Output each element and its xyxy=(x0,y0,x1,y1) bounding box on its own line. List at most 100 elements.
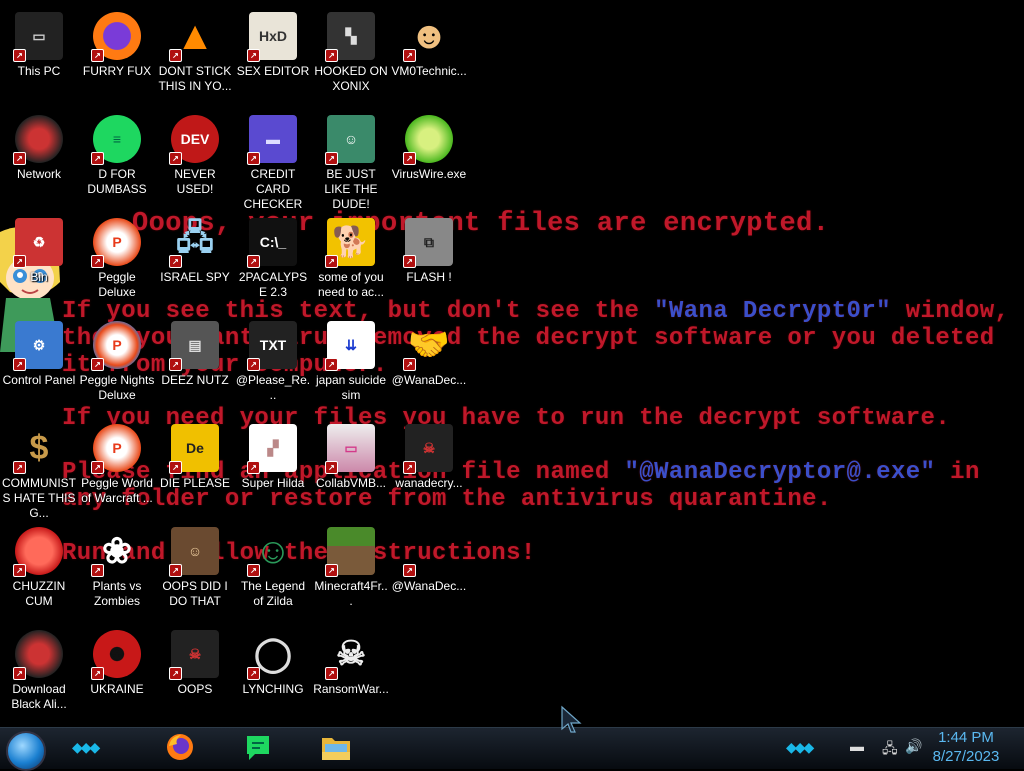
show-hidden-icons-icon[interactable]: ▬ xyxy=(850,738,864,754)
desktop-icon-label: VM0Technic... xyxy=(391,64,467,78)
desktop-icon[interactable]: C:\_ ↗ 2PACALYPSE 2.3 xyxy=(234,212,312,312)
taskbar-firefox-button[interactable] xyxy=(163,732,197,766)
desktop-icon[interactable]: ▬ ↗ CREDIT CARD CHECKER xyxy=(234,109,312,211)
desktop-icon-label: This PC xyxy=(17,64,61,78)
shortcut-arrow-icon: ↗ xyxy=(13,358,26,371)
start-button[interactable] xyxy=(6,731,46,771)
network-tray-icon[interactable]: 🖧 xyxy=(882,738,898,762)
desktop-icon[interactable]: ▞ ↗ Super Hilda xyxy=(234,418,312,518)
shortcut-arrow-icon: ↗ xyxy=(91,461,104,474)
mouse-cursor xyxy=(560,705,584,733)
desktop-icon[interactable]: ↗ Download Black Ali... xyxy=(0,624,78,724)
desktop-icon-label: @WanaDec... xyxy=(391,579,467,593)
wallpaper-line6b: "@WanaDecryptor@.exe" xyxy=(624,459,936,486)
taskbar-explorer-button[interactable] xyxy=(319,732,353,766)
shortcut-arrow-icon: ↗ xyxy=(91,564,104,577)
desktop-icon-label: UKRAINE xyxy=(90,682,144,696)
desktop-icon[interactable]: ▭ ↗ CollabVMB... xyxy=(312,418,390,518)
shortcut-arrow-icon: ↗ xyxy=(403,461,416,474)
desktop-icon-label: D FOR DUMBASS xyxy=(87,167,147,196)
stacked-windows-icon: ▤ ↗ xyxy=(169,321,219,371)
desktop-icon-label: HOOKED ON XONIX xyxy=(314,64,388,93)
zelda-icon: ☺ ↗ xyxy=(247,527,297,577)
pixel-cat-icon: ▞ ↗ xyxy=(247,424,297,474)
shortcut-arrow-icon: ↗ xyxy=(169,255,182,268)
shortcut-arrow-icon: ↗ xyxy=(13,255,26,268)
shortcut-arrow-icon: ↗ xyxy=(13,564,26,577)
desktop-icon[interactable]: ▲ ↗ DONT STICK THIS IN YO... xyxy=(156,6,234,106)
desktop-icon[interactable]: ☠ ↗ wanadecry... xyxy=(390,418,468,518)
desktop-icon[interactable]: ↗ Network xyxy=(0,109,78,209)
peggle-nights-icon: P ↗ xyxy=(91,321,141,371)
desktop-icon[interactable]: TXT ↗ @Please_Re... xyxy=(234,315,312,415)
desktop-icon[interactable]: ▭ ↗ This PC xyxy=(0,6,78,106)
desktop-icon-label: @WanaDec... xyxy=(391,373,467,387)
shortcut-arrow-icon: ↗ xyxy=(325,461,338,474)
desktop-icon-label: FLASH ! xyxy=(406,270,452,284)
text-file-icon: TXT ↗ xyxy=(247,321,297,371)
xonix-game-icon: ▚ ↗ xyxy=(325,12,375,62)
desktop-icon[interactable]: ☠ ↗ RansomWar... xyxy=(312,624,390,724)
shortcut-arrow-icon: ↗ xyxy=(247,461,260,474)
shortcut-arrow-icon: ↗ xyxy=(169,49,182,62)
desktop-icon[interactable]: ≡ ↗ D FOR DUMBASS xyxy=(78,109,156,209)
desktop-icon-label: Network xyxy=(16,167,61,181)
desktop-icon[interactable]: ☠ ↗ OOPS xyxy=(156,624,234,724)
desktop-icon[interactable]: ↗ VirusWire.exe xyxy=(390,109,468,209)
shortcut-arrow-icon: ↗ xyxy=(169,152,182,165)
desktop-icon[interactable]: $ ↗ COMMUNISTS HATE THIS G... xyxy=(0,418,78,521)
shortcut-arrow-icon: ↗ xyxy=(403,564,416,577)
desktop-icon[interactable]: ↗ Minecraft4Fr... xyxy=(312,521,390,621)
desktop-icon[interactable]: DEV ↗ NEVER USED! xyxy=(156,109,234,209)
wallpaper-line6c: in xyxy=(935,459,980,486)
desktop-icon[interactable]: ↗ FURRY FUX xyxy=(78,6,156,106)
desktop-icon[interactable]: ↗ CHUZZIN CUM xyxy=(0,521,78,621)
monitor-pink-icon: ▭ ↗ xyxy=(325,424,375,474)
desktop-icon[interactable]: P ↗ Peggle Nights Deluxe xyxy=(78,315,156,415)
desktop-icon[interactable]: P ↗ Peggle Deluxe xyxy=(78,212,156,312)
desktop-icon-label: BE JUST LIKE THE DUDE! xyxy=(324,167,378,211)
desktop-icon-label: CHUZZIN CUM xyxy=(12,579,66,608)
desktop-icon[interactable]: ▚ ↗ HOOKED ON XONIX xyxy=(312,6,390,106)
taskbar-chat-button[interactable] xyxy=(241,732,275,766)
credit-card-icon: ▬ ↗ xyxy=(247,115,297,165)
handshake-icon: 🤝 ↗ xyxy=(403,321,453,371)
desktop-icon[interactable]: ⚙ ↗ Control Panel xyxy=(0,315,78,415)
desktop-icon[interactable]: ☢ ↗ UKRAINE xyxy=(78,624,156,724)
taskbar-clock[interactable]: 1:44 PM 8/27/2023 xyxy=(916,728,1016,766)
desktop-icon-label: DONT STICK THIS IN YO... xyxy=(158,64,232,93)
shortcut-arrow-icon: ↗ xyxy=(247,152,260,165)
desktop-icon[interactable]: ↗ @WanaDec... xyxy=(390,521,468,621)
desktop-icon[interactable]: ☻ ↗ VM0Technic... xyxy=(390,6,468,106)
desktop-icon-label: DEEZ NUTZ xyxy=(161,373,229,387)
desktop-icon[interactable]: ⇊ ↗ japan suicide sim xyxy=(312,315,390,415)
desktop-icon[interactable]: ⧉ ↗ FLASH ! xyxy=(390,212,468,312)
taskbar: ◆◆◆ ◆◆◆ ▬ 🖧 🔊 1:44 PM 8/27/2023 xyxy=(0,727,1024,771)
desktop-icon[interactable]: 🐕 ↗ some of you need to ac... xyxy=(312,212,390,312)
hxd-editor-icon: HxD ↗ xyxy=(247,12,297,62)
desktop-icon-label: VirusWire.exe xyxy=(391,167,467,181)
desktop-icon[interactable]: ♻ ↗ Bin xyxy=(0,212,78,312)
shortcut-arrow-icon: ↗ xyxy=(13,49,26,62)
taskbar-decoration-right: ◆◆◆ xyxy=(786,739,814,755)
network-computers-icon: 🖧 ↗ xyxy=(169,218,219,268)
desktop-icon[interactable]: De ↗ DIE PLEASE xyxy=(156,418,234,518)
shortcut-arrow-icon: ↗ xyxy=(247,255,260,268)
desktop-icon[interactable]: P ↗ Peggle World of Warcraft ... xyxy=(78,418,156,518)
desktop-icon[interactable]: 🖧 ↗ ISRAEL SPY xyxy=(156,212,234,312)
desktop-icon[interactable]: ☺ ↗ BE JUST LIKE THE DUDE! xyxy=(312,109,390,211)
desktop-icon[interactable]: ◯ ↗ LYNCHING xyxy=(234,624,312,724)
desktop-icon[interactable]: ▤ ↗ DEEZ NUTZ xyxy=(156,315,234,415)
firefox-icon xyxy=(165,732,195,767)
desktop-icon[interactable]: 🤝 ↗ @WanaDec... xyxy=(390,315,468,415)
wana-decryptor-icon: ↗ xyxy=(403,527,453,577)
desktop-icon[interactable]: HxD ↗ SEX EDITOR xyxy=(234,6,312,106)
desktop-icon[interactable]: ❀ ↗ Plants vs Zombies xyxy=(78,521,156,621)
desktop-icon[interactable]: ☺ ↗ OOPS DID I DO THAT xyxy=(156,521,234,621)
desktop-icon-label: Super Hilda xyxy=(241,476,305,490)
peggle-icon: P ↗ xyxy=(91,218,141,268)
alien-laptop-icon: ☠ ↗ xyxy=(169,630,219,680)
desktop-icon[interactable]: ☺ ↗ The Legend of Zilda xyxy=(234,521,312,621)
shortcut-arrow-icon: ↗ xyxy=(403,49,416,62)
desktop-icon-label: Download Black Ali... xyxy=(11,682,67,711)
